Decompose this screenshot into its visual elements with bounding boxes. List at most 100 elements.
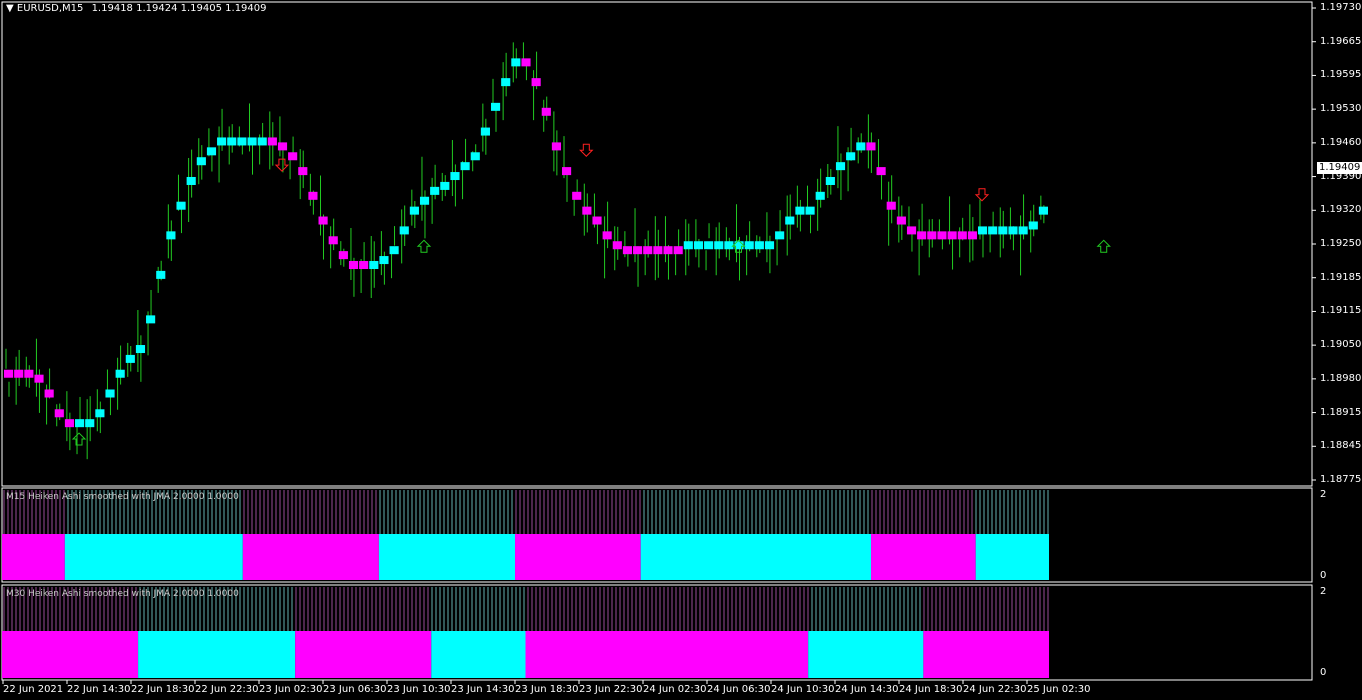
price-tick-label: 1.19320: [1320, 204, 1362, 216]
smoothed-ha-bar: [795, 206, 805, 215]
smoothed-ha-bar: [957, 231, 967, 240]
m15-regime-block: [871, 534, 976, 580]
smoothed-ha-bar: [704, 241, 714, 250]
smoothed-ha-bar: [440, 181, 450, 190]
price-tick-label: 1.19115: [1320, 305, 1362, 317]
smoothed-ha-bar: [14, 369, 24, 378]
smoothed-ha-bar: [166, 231, 176, 240]
m15-regime-block: [2, 534, 65, 580]
price-tick-label: 1.18845: [1320, 440, 1362, 452]
price-tick-label: 1.18915: [1320, 406, 1362, 418]
smoothed-ha-bar: [602, 231, 612, 240]
smoothed-ha-bar: [176, 201, 186, 210]
smoothed-ha-bar: [4, 369, 14, 378]
smoothed-ha-bar: [186, 176, 196, 185]
price-tick-label: 1.19460: [1320, 136, 1362, 148]
m30-panel-title: M30 Heiken Ashi smoothed with JMA 2.0000…: [6, 589, 239, 599]
smoothed-ha-bar: [105, 389, 115, 398]
smoothed-ha-bar: [1018, 226, 1028, 235]
time-tick-label: 23 Jun 06:30: [323, 684, 387, 695]
m15-panel-title: M15 Heiken Ashi smoothed with JMA 2.0000…: [6, 492, 239, 502]
smoothed-ha-bar: [977, 226, 988, 235]
smoothed-ha-bar: [34, 374, 44, 383]
smoothed-ha-bar: [714, 241, 724, 250]
smoothed-ha-bar: [673, 246, 683, 255]
smoothed-ha-bar: [359, 261, 369, 270]
time-tick-label: 25 Jun 02:30: [1027, 684, 1091, 695]
smoothed-ha-bar: [988, 226, 998, 235]
time-tick-label: 22 Jun 18:30: [131, 684, 195, 695]
time-tick-label: 24 Jun 06:30: [707, 684, 771, 695]
smoothed-ha-bar: [896, 216, 906, 225]
m15-axis-max: 2: [1320, 489, 1327, 500]
smoothed-ha-bar: [612, 241, 622, 250]
smoothed-ha-bar: [267, 137, 277, 146]
smoothed-ha-bar: [744, 241, 754, 250]
arrow-down-icon: [274, 158, 290, 172]
smoothed-ha-bar: [764, 241, 775, 250]
m30-regime-block: [138, 631, 296, 678]
smoothed-ha-bar: [277, 142, 288, 151]
price-tick-label: 1.19250: [1320, 238, 1362, 249]
chart-header: ▼ EURUSD,M15 1.19418 1.19424 1.19405 1.1…: [6, 3, 267, 15]
smoothed-ha-bar: [308, 191, 318, 200]
smoothed-ha-bar: [906, 226, 917, 235]
time-tick-label: 22 Jun 22:30: [195, 684, 259, 695]
arrow-up-icon: [71, 432, 87, 446]
smoothed-ha-bar: [1038, 206, 1048, 215]
m30-axis-max: 2: [1320, 586, 1327, 597]
smoothed-ha-bar: [115, 369, 125, 378]
price-tick-label: 1.18980: [1320, 372, 1362, 384]
smoothed-ha-bar: [643, 246, 653, 255]
smoothed-ha-bar: [693, 241, 704, 250]
smoothed-ha-bar: [135, 345, 146, 354]
smoothed-ha-bar: [754, 241, 764, 250]
smoothed-ha-bar: [480, 127, 490, 136]
smoothed-ha-bar: [419, 196, 430, 205]
smoothed-ha-bar: [825, 176, 835, 185]
smoothed-ha-bar: [683, 241, 693, 250]
smoothed-ha-bar: [237, 137, 247, 146]
smoothed-ha-bar: [917, 231, 927, 240]
smoothed-ha-bar: [501, 78, 511, 87]
ohlc-values: 1.19418 1.19424 1.19405 1.19409: [91, 3, 267, 14]
time-tick-label: 24 Jun 22:30: [963, 684, 1027, 695]
smoothed-ha-bar: [217, 137, 227, 146]
main-panel-frame: [1, 1, 1313, 487]
smoothed-ha-bar: [541, 107, 551, 116]
smoothed-ha-bar: [318, 216, 328, 225]
smoothed-ha-bar: [490, 102, 501, 111]
smoothed-ha-bar: [785, 216, 795, 225]
smoothed-ha-bar: [328, 236, 338, 245]
m30-regime-block: [2, 631, 139, 678]
smoothed-ha-bar: [835, 162, 846, 171]
smoothed-ha-bar: [856, 142, 866, 151]
smoothed-ha-bar: [298, 167, 308, 176]
m30-regime-block: [295, 631, 432, 678]
time-tick-label: 23 Jun 22:30: [579, 684, 643, 695]
smoothed-ha-bar: [724, 241, 734, 250]
trading-chart[interactable]: ▼ EURUSD,M15 1.19418 1.19424 1.19405 1.1…: [0, 0, 1362, 700]
smoothed-ha-bar: [775, 231, 785, 240]
smoothed-ha-bar: [846, 152, 856, 161]
m30-regime-block: [923, 631, 1049, 678]
smoothed-ha-bar: [572, 191, 582, 200]
smoothed-ha-bar: [886, 201, 896, 210]
time-tick-label: 24 Jun 10:30: [771, 684, 835, 695]
smoothed-ha-bar: [64, 419, 75, 428]
smoothed-ha-bar: [805, 206, 815, 215]
m15-regime-block: [640, 534, 872, 580]
smoothed-ha-bar: [551, 142, 562, 151]
smoothed-ha-bar: [450, 172, 460, 181]
smoothed-ha-bar: [338, 251, 348, 260]
time-tick-label: 24 Jun 02:30: [643, 684, 707, 695]
dropdown-triangle-icon[interactable]: ▼: [6, 3, 14, 14]
price-tick-label: 1.19530: [1320, 103, 1362, 115]
time-tick-label: 23 Jun 10:30: [387, 684, 451, 695]
smoothed-ha-bar: [876, 167, 886, 176]
arrow-down-icon: [974, 188, 990, 202]
smoothed-ha-bar: [369, 261, 379, 270]
time-tick-label: 22 Jun 2021: [3, 684, 64, 695]
smoothed-ha-bar: [75, 419, 85, 428]
smoothed-ha-bar: [562, 167, 572, 176]
